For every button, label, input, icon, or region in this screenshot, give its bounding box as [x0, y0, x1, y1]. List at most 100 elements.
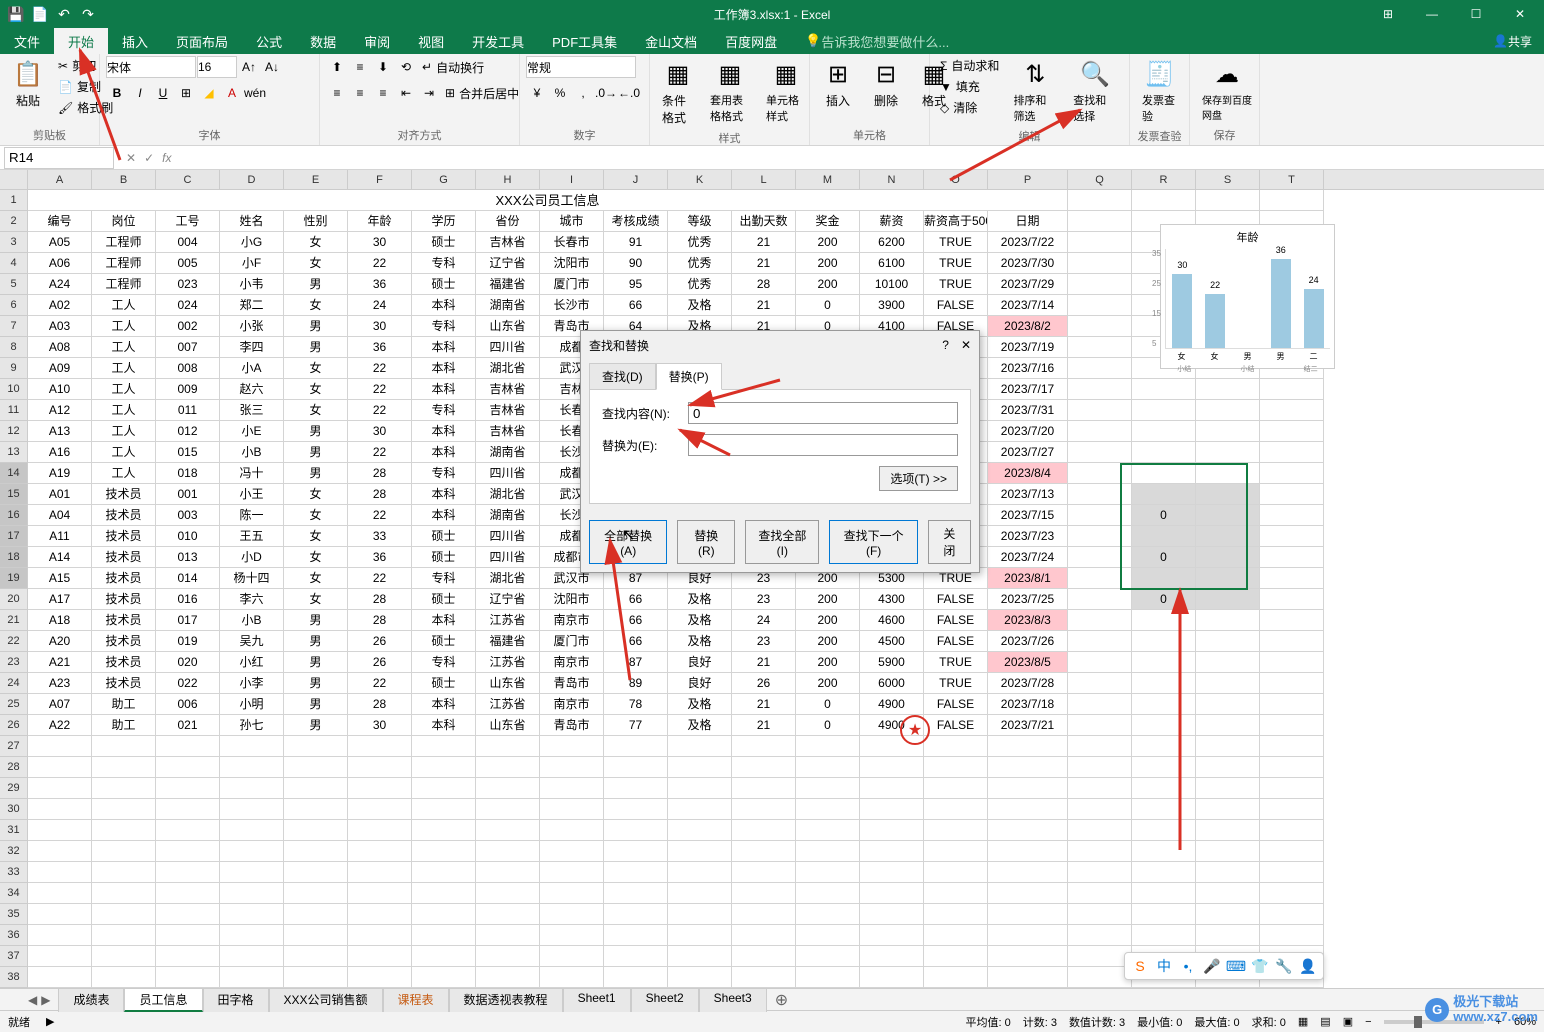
tab-review[interactable]: 审阅 — [350, 28, 404, 54]
cell[interactable] — [796, 841, 860, 862]
cell[interactable]: 厦门市 — [540, 631, 604, 652]
cell[interactable] — [1132, 883, 1196, 904]
cell[interactable]: 28 — [348, 610, 412, 631]
cell[interactable]: 吉林省 — [476, 379, 540, 400]
bold-icon[interactable]: B — [106, 82, 128, 104]
redo-icon[interactable]: ↷ — [80, 6, 96, 22]
cell[interactable] — [1132, 379, 1196, 400]
cell[interactable] — [92, 967, 156, 988]
cell[interactable] — [412, 883, 476, 904]
cell[interactable] — [1068, 463, 1132, 484]
cell[interactable] — [284, 862, 348, 883]
ime-keyboard-icon[interactable]: ⌨ — [1227, 957, 1245, 975]
cell[interactable]: 019 — [156, 631, 220, 652]
cell[interactable]: 22 — [348, 358, 412, 379]
cell[interactable] — [1260, 925, 1324, 946]
cell[interactable]: 小F — [220, 253, 284, 274]
cell[interactable] — [988, 925, 1068, 946]
row-header[interactable]: 16 — [0, 505, 28, 526]
align-bottom-icon[interactable]: ⬇ — [372, 56, 394, 78]
cell[interactable]: A07 — [28, 694, 92, 715]
cell[interactable] — [1068, 379, 1132, 400]
cell[interactable]: 工人 — [92, 379, 156, 400]
cell[interactable] — [1132, 736, 1196, 757]
cell[interactable]: A11 — [28, 526, 92, 547]
row-header[interactable]: 31 — [0, 820, 28, 841]
cell[interactable] — [1196, 673, 1260, 694]
cell[interactable] — [668, 967, 732, 988]
cell[interactable]: 岗位 — [92, 211, 156, 232]
col-header-L[interactable]: L — [732, 170, 796, 189]
cell[interactable]: 21 — [732, 253, 796, 274]
col-header-A[interactable]: A — [28, 170, 92, 189]
cell[interactable]: 66 — [604, 589, 668, 610]
cell[interactable]: 编号 — [28, 211, 92, 232]
cell[interactable] — [284, 799, 348, 820]
cell[interactable] — [860, 757, 924, 778]
cell[interactable] — [348, 757, 412, 778]
dec-decimal-icon[interactable]: ←.0 — [618, 82, 640, 104]
cell[interactable]: 003 — [156, 505, 220, 526]
cell[interactable] — [1260, 547, 1324, 568]
cell[interactable]: A09 — [28, 358, 92, 379]
cell[interactable] — [1260, 421, 1324, 442]
cell[interactable]: 200 — [796, 253, 860, 274]
cell[interactable]: 硕士 — [412, 589, 476, 610]
cell[interactable]: 技术员 — [92, 526, 156, 547]
cell[interactable] — [796, 883, 860, 904]
cell[interactable]: 出勤天数 — [732, 211, 796, 232]
cell[interactable] — [1260, 715, 1324, 736]
cell[interactable] — [1068, 295, 1132, 316]
cell[interactable]: 男 — [284, 673, 348, 694]
cell[interactable]: 专科 — [412, 652, 476, 673]
cell[interactable]: 4300 — [860, 589, 924, 610]
cell[interactable]: 优秀 — [668, 274, 732, 295]
row-header[interactable]: 14 — [0, 463, 28, 484]
cell[interactable] — [1196, 715, 1260, 736]
delete-cells-button[interactable]: ⊟删除 — [864, 56, 908, 111]
cell[interactable] — [156, 757, 220, 778]
cell[interactable] — [860, 778, 924, 799]
cell[interactable] — [412, 778, 476, 799]
cell[interactable] — [1260, 379, 1324, 400]
cell[interactable] — [1068, 211, 1132, 232]
cell[interactable]: 山东省 — [476, 673, 540, 694]
cell[interactable]: 2023/8/3 — [988, 610, 1068, 631]
cell[interactable] — [28, 778, 92, 799]
cell[interactable]: 年龄 — [348, 211, 412, 232]
cell[interactable] — [1260, 799, 1324, 820]
cell[interactable] — [1068, 316, 1132, 337]
cell[interactable] — [220, 841, 284, 862]
cell[interactable]: 男 — [284, 337, 348, 358]
minimize-icon[interactable]: — — [1412, 0, 1452, 28]
cell[interactable]: TRUE — [924, 652, 988, 673]
cell[interactable] — [476, 904, 540, 925]
cell[interactable] — [540, 862, 604, 883]
cell[interactable]: 89 — [604, 673, 668, 694]
cell[interactable]: 技术员 — [92, 589, 156, 610]
cell[interactable]: 良好 — [668, 652, 732, 673]
cell[interactable]: 2023/8/5 — [988, 652, 1068, 673]
number-format-select[interactable] — [526, 56, 636, 78]
cell[interactable]: 优秀 — [668, 232, 732, 253]
cell[interactable] — [1068, 736, 1132, 757]
cell[interactable]: 张三 — [220, 400, 284, 421]
cell[interactable]: 24 — [732, 610, 796, 631]
cell[interactable]: A12 — [28, 400, 92, 421]
cell[interactable] — [92, 778, 156, 799]
cell[interactable]: 工人 — [92, 337, 156, 358]
cell[interactable]: 22 — [348, 505, 412, 526]
cell[interactable]: 小明 — [220, 694, 284, 715]
cell[interactable]: 工号 — [156, 211, 220, 232]
cell[interactable] — [1260, 652, 1324, 673]
cell[interactable]: 2023/7/21 — [988, 715, 1068, 736]
cell[interactable]: 006 — [156, 694, 220, 715]
tab-layout[interactable]: 页面布局 — [162, 28, 242, 54]
cell[interactable]: 017 — [156, 610, 220, 631]
cell[interactable]: 小E — [220, 421, 284, 442]
cell[interactable] — [1068, 631, 1132, 652]
cell[interactable]: 省份 — [476, 211, 540, 232]
cell[interactable]: 018 — [156, 463, 220, 484]
cell[interactable]: A04 — [28, 505, 92, 526]
cell[interactable]: A22 — [28, 715, 92, 736]
